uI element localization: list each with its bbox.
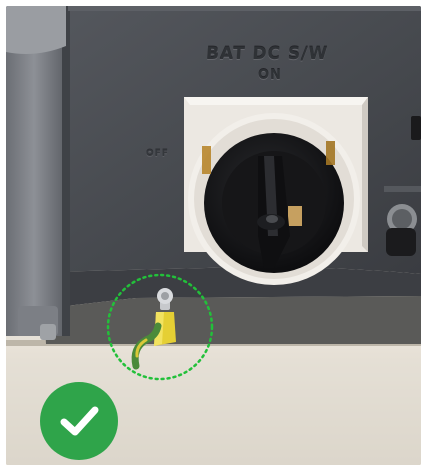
switch-off-label: OFF: [146, 149, 169, 159]
photo: BAT DC S/W ON OFF: [6, 6, 421, 465]
switch-on-label: ON: [258, 68, 282, 83]
checkmark-badge: [40, 382, 118, 460]
switch-label: BAT DC S/W: [205, 44, 329, 64]
image-frame: BAT DC S/W ON OFF: [0, 0, 427, 471]
checkmark-icon: [60, 406, 99, 436]
